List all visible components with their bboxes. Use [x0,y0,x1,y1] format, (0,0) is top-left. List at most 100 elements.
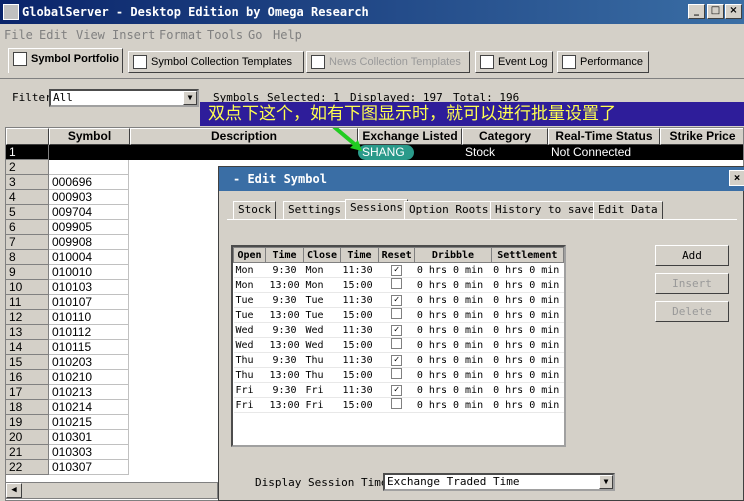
menu-tools[interactable]: Tools [207,28,243,42]
symbol-cell[interactable]: 010213 [49,385,129,400]
symbol-cell[interactable]: 009905 [49,220,129,235]
add-button[interactable]: Add [655,245,729,266]
row-number: 9 [6,265,49,280]
header-exchange[interactable]: Exchange Listed [358,128,462,145]
session-row[interactable]: Thu 13:00 Thu 15:00 0 hrs 0 min 0 hrs 0 min [233,367,564,383]
insert-button[interactable]: Insert [655,273,729,294]
header-symbol[interactable]: Symbol [49,128,130,145]
window-title: GlobalServer - Desktop Edition by Omega … [22,5,369,19]
tab-symbol-collection-templates[interactable]: Symbol Collection Templates [128,51,304,73]
symbol-cell[interactable]: 010110 [49,310,129,325]
tab-history[interactable]: History to save [490,201,600,219]
symbol-cell[interactable]: 010112 [49,325,129,340]
reset-checkbox[interactable]: ✓ [391,385,403,396]
symbol-cell[interactable]: 010103 [49,280,129,295]
symbol-cell[interactable]: 000696 [49,175,129,190]
symbol-cell[interactable]: 010307 [49,460,129,475]
settlement-cell: 0 hrs 0 min [491,352,564,368]
window-titlebar[interactable]: GlobalServer - Desktop Edition by Omega … [0,0,744,24]
delete-button[interactable]: Delete [655,301,729,322]
open-day: Thu [233,367,266,383]
tab-stock[interactable]: Stock [233,201,277,219]
menu-go[interactable]: Go [248,28,262,42]
open-time: 9:30 [265,292,304,308]
sessions-table-panel[interactable]: Open Time Close Time Reset Dribble Settl… [231,245,566,447]
scroll-left-icon[interactable]: ◀ [6,483,22,498]
reset-checkbox[interactable] [391,338,403,349]
session-row[interactable]: Thu 9:30 Thu 11:30 ✓ 0 hrs 0 min 0 hrs 0 min [233,352,564,368]
symbol-cell[interactable]: 010107 [49,295,129,310]
reset-checkbox[interactable]: ✓ [391,295,403,306]
header-realtime[interactable]: Real-Time Status [548,128,660,145]
close-time: 11:30 [340,292,379,308]
close-button[interactable]: × [725,4,742,19]
symbol-cell[interactable]: 010303 [49,445,129,460]
open-day: Mon [233,277,266,293]
close-day: Tue [303,292,341,308]
tab-label: News Collection Templates [329,56,461,68]
symbol-cell[interactable]: 010301 [49,430,129,445]
horizontal-scrollbar[interactable]: ◀ [5,482,218,499]
tab-sessions[interactable]: Sessions [345,199,408,220]
menu-help[interactable]: Help [273,28,302,42]
reset-checkbox[interactable]: ✓ [391,355,403,366]
dialog-close-button[interactable]: × [729,170,744,186]
close-day: Mon [303,277,341,293]
symbol-cell[interactable]: 010004 [49,250,129,265]
reset-checkbox[interactable] [391,398,403,409]
symbol-cell[interactable]: 009908 [49,235,129,250]
header-category[interactable]: Category [462,128,548,145]
menu-format[interactable]: Format [159,28,202,42]
session-row[interactable]: Fri 13:00 Fri 15:00 0 hrs 0 min 0 hrs 0 min [233,397,564,413]
header-strike[interactable]: Strike Price [660,128,743,145]
row-number: 14 [6,340,49,355]
tab-symbol-portfolio[interactable]: Symbol Portfolio [8,48,123,73]
session-row[interactable]: Fri 9:30 Fri 11:30 ✓ 0 hrs 0 min 0 hrs 0 min [233,382,564,398]
symbol-cell[interactable]: 010010 [49,265,129,280]
reset-checkbox[interactable] [391,368,403,379]
chevron-down-icon[interactable]: ▼ [183,91,197,105]
session-row[interactable]: Mon 9:30 Mon 11:30 ✓ 0 hrs 0 min 0 hrs 0 min [233,262,564,278]
session-row[interactable]: Mon 13:00 Mon 15:00 0 hrs 0 min 0 hrs 0 min [233,277,564,293]
tab-performance[interactable]: Performance [557,51,649,73]
col-open: Open [232,247,267,263]
reset-checkbox[interactable] [391,278,403,289]
symbol-cell[interactable]: 009704 [49,205,129,220]
menu-edit[interactable]: Edit [39,28,68,42]
session-row[interactable]: Tue 13:00 Tue 15:00 0 hrs 0 min 0 hrs 0 min [233,307,564,323]
session-row[interactable]: Wed 13:00 Wed 15:00 0 hrs 0 min 0 hrs 0 min [233,337,564,353]
symbol-cell[interactable]: 010203 [49,355,129,370]
reset-checkbox[interactable]: ✓ [391,265,403,276]
tab-label: Event Log [498,56,548,68]
header-description[interactable]: Description [130,128,358,145]
display-session-select[interactable]: Exchange Traded Time ▼ [383,473,615,491]
maximize-button[interactable]: □ [707,4,724,19]
symbol-cell[interactable]: 010214 [49,400,129,415]
tab-option-roots[interactable]: Option Roots [404,201,494,219]
symbol-cell[interactable]: 010115 [49,340,129,355]
symbol-cell[interactable]: 000903 [49,190,129,205]
menu-insert[interactable]: Insert [112,28,155,42]
menu-file[interactable]: File [4,28,33,42]
reset-checkbox[interactable] [391,308,403,319]
tab-news-collection-templates[interactable]: News Collection Templates [306,51,470,73]
chevron-down-icon[interactable]: ▼ [599,475,613,489]
symbol-cell[interactable]: 010210 [49,370,129,385]
tab-settings[interactable]: Settings [283,201,346,219]
symbol-cell[interactable] [49,160,129,175]
tab-event-log[interactable]: Event Log [475,51,553,73]
main-tabs: Symbol Portfolio Symbol Collection Templ… [0,48,744,74]
filter-select[interactable]: All ▼ [49,89,199,107]
minimize-button[interactable]: _ [688,4,705,19]
row-number: 20 [6,430,49,445]
tab-edit-data[interactable]: Edit Data [593,201,663,219]
table-row-selected[interactable]: 1 SHANG Stock Not Connected [6,145,743,160]
col-time2: Time [340,247,379,263]
close-time: 15:00 [340,367,379,383]
close-day: Thu [303,367,341,383]
reset-checkbox[interactable]: ✓ [391,325,403,336]
session-row[interactable]: Tue 9:30 Tue 11:30 ✓ 0 hrs 0 min 0 hrs 0 min [233,292,564,308]
symbol-cell[interactable]: 010215 [49,415,129,430]
menu-view[interactable]: View [76,28,105,42]
session-row[interactable]: Wed 9:30 Wed 11:30 ✓ 0 hrs 0 min 0 hrs 0 min [233,322,564,338]
